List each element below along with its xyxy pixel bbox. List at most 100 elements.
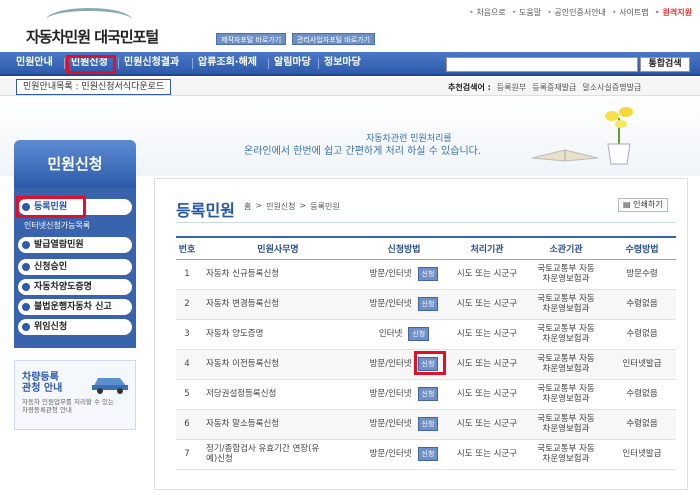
recommend-term[interactable]: 등록증재발급 [532, 82, 576, 93]
book-icon [531, 149, 599, 162]
cell-name-text[interactable]: 저당권설정등록신청 [206, 389, 276, 399]
recommend-label: 추천검색어 : [448, 83, 491, 92]
nav-item-result[interactable]: 민원신청결과 [124, 52, 179, 74]
nav-item-notice[interactable]: 알림마당 [274, 52, 311, 74]
bullet-icon [22, 263, 30, 271]
cell-number-text: 2 [184, 299, 190, 309]
apply-button[interactable]: 신청 [417, 417, 439, 431]
nav-divider [64, 58, 65, 69]
breadcrumb-current: 등록민원 [310, 202, 340, 211]
sidebar-item-transfer-cert[interactable]: 자동차양도증명 [18, 279, 132, 295]
print-button[interactable]: ▤ 인쇄하기 [618, 198, 668, 212]
nav-item-guide[interactable]: 민원안내 [16, 52, 53, 74]
breadcrumb-home[interactable]: 홈 [244, 201, 251, 212]
sidebar-item-label: 위임신청 [34, 322, 68, 332]
recommend-term[interactable]: 말소사실증명발급 [582, 82, 641, 93]
cell-receive-text: 방문수령 [626, 269, 658, 279]
cell-name-text[interactable]: 자동차 신규등록신청 [206, 269, 279, 279]
cell-method-text: 방문/인터넷 [369, 449, 412, 459]
operator-portal-button[interactable]: 관리사업자포털 바로가기 [292, 33, 376, 45]
cell-number: 7 [176, 439, 198, 470]
cell-receive: 수령없음 [608, 319, 676, 350]
cell-owner: 국토교통부 자동 차운영보험과 [524, 439, 608, 470]
cell-name: 자동차 신규등록신청 [198, 259, 358, 290]
cell-name-text[interactable]: 정기/종합검사 유효기간 연장(유 예)신청 [206, 444, 319, 464]
cell-number-text: 1 [184, 269, 190, 279]
top-link-home[interactable]: 처음으로 [469, 7, 505, 18]
cell-agency-text: 시도 또는 시군구 [456, 419, 518, 429]
cell-owner: 국토교통부 자동 차운영보험과 [524, 349, 608, 380]
cell-method-text: 방문/인터넷 [369, 359, 412, 369]
cell-name-text[interactable]: 자동차 양도증명 [206, 329, 263, 339]
cell-number: 4 [176, 349, 198, 380]
cell-method: 방문/인터넷 신청 [358, 259, 450, 290]
cell-name: 자동차 변경등록신청 [198, 289, 358, 320]
guide-text: 자동차 민원업무를 처리할 수 있는 차량등록관청 안내 [22, 398, 114, 414]
cell-receive-text: 인터넷발급 [622, 359, 662, 369]
cell-owner: 국토교통부 자동 차운영보험과 [524, 319, 608, 350]
search-button[interactable]: 통합검색 [640, 57, 690, 72]
apply-button[interactable]: 신청 [417, 267, 439, 281]
highlight-box [66, 55, 116, 74]
sidebar-title: 민원신청 [14, 140, 136, 188]
printer-icon: ▤ [623, 200, 634, 209]
cell-name: 자동차 이전등록신청 [198, 349, 358, 380]
search-input[interactable] [446, 57, 638, 72]
cell-name: 저당권설정등록신청 [198, 379, 358, 410]
top-link-help[interactable]: 도움말 [512, 7, 541, 18]
cell-method: 방문/인터넷 신청 [358, 289, 450, 320]
cell-number: 2 [176, 289, 198, 320]
cell-name-text[interactable]: 자동차 말소등록신청 [206, 419, 279, 429]
bullet-icon [22, 323, 30, 331]
sidebar-item-label: 자동차양도증명 [34, 282, 92, 292]
cell-owner: 국토교통부 자동 차운영보험과 [524, 259, 608, 290]
cell-receive-text: 수령없음 [626, 299, 658, 309]
cell-agency: 시도 또는 시군구 [450, 349, 524, 380]
sidebar-item-delegation[interactable]: 위임신청 [18, 319, 132, 335]
page-title: 등록민원 [176, 201, 235, 220]
bullet-icon [22, 283, 30, 291]
top-link-remote-support[interactable]: 원격지원 [655, 7, 692, 18]
cell-number: 1 [176, 259, 198, 290]
apply-button[interactable]: 신청 [417, 387, 439, 401]
sidebar-item-illegal-report[interactable]: 불법운행자동차 신고 [18, 299, 132, 315]
table-row: 1 자동차 신규등록신청 방문/인터넷 신청 시도 또는 시군구 국토교통부 자동 차운영… [176, 259, 676, 290]
site-logo[interactable]: 자동차민원 대국민포털 [26, 26, 159, 47]
cell-name-text[interactable]: 자동차 변경등록신청 [206, 299, 279, 309]
cell-receive: 인터넷발급 [608, 349, 676, 380]
nav-item-seizure[interactable]: 압류조회·해제 [198, 52, 257, 74]
cell-method: 방문/인터넷 신청 [358, 409, 450, 440]
cell-agency-text: 시도 또는 시군구 [456, 299, 518, 309]
recommend-term[interactable]: 등록원부 [497, 82, 526, 93]
sidebar-item-issue[interactable]: 발급열람민원 [18, 237, 132, 253]
cell-agency-text: 시도 또는 시군구 [456, 269, 518, 279]
sidebar-item-approval[interactable]: 신청승인 [18, 259, 132, 275]
maker-portal-button[interactable]: 제작자포털 바로가기 [216, 33, 287, 45]
nav-divider [118, 58, 119, 69]
nav-item-info[interactable]: 정보마당 [324, 52, 361, 74]
cell-number: 5 [176, 379, 198, 410]
cell-name: 자동차 말소등록신청 [198, 409, 358, 440]
apply-button[interactable]: 신청 [408, 327, 430, 341]
cell-receive-text: 인터넷발급 [622, 449, 662, 459]
cell-name-text[interactable]: 자동차 이전등록신청 [206, 359, 279, 369]
apply-button[interactable]: 신청 [417, 297, 439, 311]
table-row: 7 정기/종합검사 유효기간 연장(유 예)신청 방문/인터넷 신청 시도 또는 시군구… [176, 439, 676, 470]
cell-number: 6 [176, 409, 198, 440]
cell-owner: 국토교통부 자동 차운영보험과 [524, 379, 608, 410]
apply-button[interactable]: 신청 [417, 447, 439, 461]
cell-agency-text: 시도 또는 시군구 [456, 329, 518, 339]
cell-agency: 시도 또는 시군구 [450, 289, 524, 320]
breadcrumb-item[interactable]: 민원신청 [266, 201, 295, 212]
top-link-sitemap[interactable]: 사이트맵 [612, 7, 648, 18]
cell-owner-text: 국토교통부 자동 차운영보험과 [537, 414, 595, 434]
cell-agency: 시도 또는 시군구 [450, 259, 524, 290]
sub-tab[interactable]: 민원안내목록 : 민원신청서식다운로드 [16, 79, 172, 95]
top-link-cert[interactable]: 공인인증서안내 [547, 7, 606, 18]
sidebar-subitem-online[interactable]: 인터넷신청가능목록 [24, 220, 90, 231]
cell-receive-text: 수령없음 [626, 389, 658, 399]
nav-divider [192, 58, 193, 69]
cell-name: 자동차 양도증명 [198, 319, 358, 350]
highlight-box [414, 351, 446, 375]
cell-owner-text: 국토교통부 자동 차운영보험과 [537, 354, 595, 374]
